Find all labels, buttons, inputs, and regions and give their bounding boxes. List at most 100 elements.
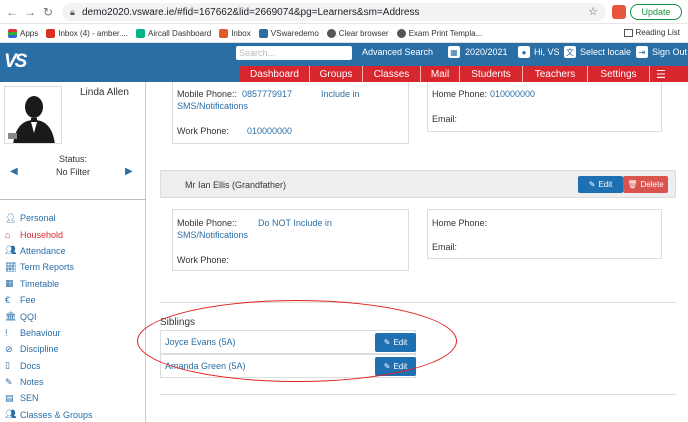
pencil-icon: ✎ <box>588 180 596 189</box>
euro-icon: € <box>5 295 11 306</box>
sidebar-item-fee[interactable]: € Fee <box>0 292 146 308</box>
tab-students[interactable]: Students <box>460 66 523 82</box>
sign-out-icon: ⇥ <box>636 46 648 58</box>
tab-classes[interactable]: Classes <box>363 66 421 82</box>
edit-icon: ✎ <box>5 376 13 387</box>
vsware-icon <box>258 28 268 38</box>
sidebar-item-sen[interactable]: ▤ SEN <box>0 390 146 406</box>
bookmark-aircall[interactable]: Aircall Dashboard <box>136 28 211 38</box>
sidebar-item-docs[interactable]: ▯ Docs <box>0 358 146 374</box>
globe-icon <box>396 28 406 38</box>
sidebar-item-attendance[interactable]: 👥︎ Attendance <box>0 243 146 259</box>
contact2-header: Mr Ian Ellis (Grandfather) ✎ Edit 🗑︎ Delet… <box>160 170 676 198</box>
sidebar-item-classes-groups[interactable]: 👥︎ Classes & Groups <box>0 407 146 422</box>
advanced-search-link[interactable]: Advanced Search <box>362 47 433 57</box>
contact2-name: Mr Ian Ellis (Grandfather) <box>185 180 287 190</box>
app-header: VS Search... Advanced Search ▦ 2020/2021… <box>0 43 688 82</box>
hamburger-menu-icon[interactable]: ☰ <box>650 66 672 82</box>
mobile-value[interactable]: 0857779917 <box>242 89 292 99</box>
users-icon: 👥︎ <box>5 245 17 256</box>
apps-grid-icon <box>8 28 17 38</box>
mobile-label: Mobile Phone:: <box>177 89 238 99</box>
chart-icon: 📈︎ <box>5 261 17 272</box>
bookmarks-bar: Apps Inbox (4) - amber.... Aircall Dashb… <box>0 24 688 43</box>
vsware-logo[interactable]: VS <box>4 51 34 75</box>
bookmark-vswaredemo[interactable]: VSwaredemo <box>258 28 319 38</box>
browser-toolbar: ← → ↻ 🔒︎ demo2020.vsware.ie/#fid=167662&… <box>0 0 688 24</box>
institution-icon: 🏛︎ <box>5 311 17 322</box>
back-icon[interactable]: ← <box>2 5 22 19</box>
tab-settings[interactable]: Settings <box>588 66 650 82</box>
student-menu: 👤︎ Personal ⌂ Household 👥︎ Attendance 📈︎ Ter… <box>0 210 146 422</box>
bookmark-exam-print[interactable]: Exam Print Templa... <box>396 28 482 38</box>
forward-icon[interactable]: → <box>20 5 40 19</box>
contact1-home-box: Home Phone: 010000000 Email: <box>427 82 662 132</box>
locale-icon: 文 <box>564 46 576 58</box>
tab-mail[interactable]: Mail <box>421 66 460 82</box>
home-phone-value[interactable]: 010000000 <box>490 89 535 99</box>
sms-exclude-line2: SMS/Notifications <box>177 230 249 240</box>
home-icon: ⌂ <box>5 229 11 240</box>
bookmark-gmail[interactable]: Inbox (4) - amber.... <box>46 28 128 38</box>
sidebar: Linda Allen Status: ◀ No Filter ▶ 👤︎ Pers… <box>0 82 146 422</box>
select-locale-link[interactable]: Select locale <box>580 47 631 57</box>
person-icon: 👤︎ <box>5 212 17 223</box>
student-name: Linda Allen <box>80 87 129 98</box>
sidebar-item-timetable[interactable]: ▦ Timetable <box>0 276 146 292</box>
student-photo-placeholder <box>4 86 62 144</box>
work-phone-value[interactable]: 010000000 <box>247 126 292 136</box>
search-input[interactable]: Search... <box>236 46 352 60</box>
silhouette-icon <box>8 96 55 143</box>
work-phone-label: Work Phone: <box>177 126 229 136</box>
student-profile: Linda Allen Status: ◀ No Filter ▶ <box>0 82 146 200</box>
email-label: Email: <box>432 242 458 252</box>
tab-groups[interactable]: Groups <box>310 66 363 82</box>
status-label: Status: <box>58 154 87 164</box>
sign-out-link[interactable]: Sign Out <box>652 47 687 57</box>
academic-year[interactable]: 2020/2021 <box>465 47 508 57</box>
reading-list-icon <box>623 28 633 37</box>
home-phone-label: Home Phone: <box>432 218 488 228</box>
next-student-icon[interactable]: ▶ <box>125 166 133 177</box>
tab-teachers[interactable]: Teachers <box>523 66 588 82</box>
sidebar-item-household[interactable]: ⌂ Household <box>0 226 146 242</box>
address-bar[interactable]: 🔒︎ demo2020.vsware.ie/#fid=167662&lid=26… <box>62 3 606 21</box>
main-nav: Dashboard Groups Classes Mail Students T… <box>240 66 688 82</box>
sidebar-item-qqi[interactable]: 🏛︎ QQI <box>0 308 146 324</box>
annotation-ellipse <box>137 300 457 382</box>
contact1-phone-box: Mobile Phone:: 0857779917 Include in SMS… <box>172 82 409 144</box>
sidebar-item-discipline[interactable]: ⊘ Discipline <box>0 341 146 357</box>
email-label: Email: <box>432 114 458 124</box>
globe-icon <box>326 28 336 38</box>
contact2-delete-button[interactable]: 🗑︎ Delete <box>623 176 668 193</box>
inbox-icon <box>219 28 229 38</box>
bookmark-clear-browser[interactable]: Clear browser <box>326 28 389 38</box>
bookmark-inbox[interactable]: Inbox <box>219 28 251 38</box>
mobile-label: Mobile Phone:: <box>177 218 238 228</box>
folder-icon: ▤ <box>5 392 14 403</box>
sidebar-item-term-reports[interactable]: 📈︎ Term Reports <box>0 259 146 275</box>
contact2-home-box: Home Phone: Email: <box>427 209 662 259</box>
group-icon: 👥︎ <box>5 409 17 420</box>
greeting[interactable]: Hi, VS <box>534 47 560 57</box>
trash-icon: 🗑︎ <box>627 180 638 189</box>
tab-dashboard[interactable]: Dashboard <box>240 66 310 82</box>
contact2-edit-button[interactable]: ✎ Edit <box>578 176 623 193</box>
sidebar-item-personal[interactable]: 👤︎ Personal <box>0 210 146 226</box>
reload-icon[interactable]: ↻ <box>38 5 58 19</box>
work-phone-label: Work Phone: <box>177 255 229 265</box>
bookmark-star-icon[interactable]: ☆ <box>588 5 598 18</box>
extension-icon[interactable] <box>612 5 626 19</box>
bookmark-apps[interactable]: Apps <box>8 28 38 38</box>
ban-icon: ⊘ <box>5 343 13 354</box>
home-phone-label: Home Phone: <box>432 89 488 99</box>
sidebar-item-notes[interactable]: ✎ Notes <box>0 374 146 390</box>
reading-list[interactable]: Reading List <box>623 28 680 37</box>
contact2-phone-box: Mobile Phone:: Do NOT Include in SMS/Not… <box>172 209 409 271</box>
sms-include-line1: Include in <box>321 89 360 99</box>
update-button[interactable]: Update <box>630 4 682 20</box>
sidebar-item-behaviour[interactable]: ! Behaviour <box>0 325 146 341</box>
section-divider <box>160 394 676 395</box>
sms-include-line2: SMS/Notifications <box>177 101 249 111</box>
calendar-icon: ▦ <box>5 278 14 289</box>
